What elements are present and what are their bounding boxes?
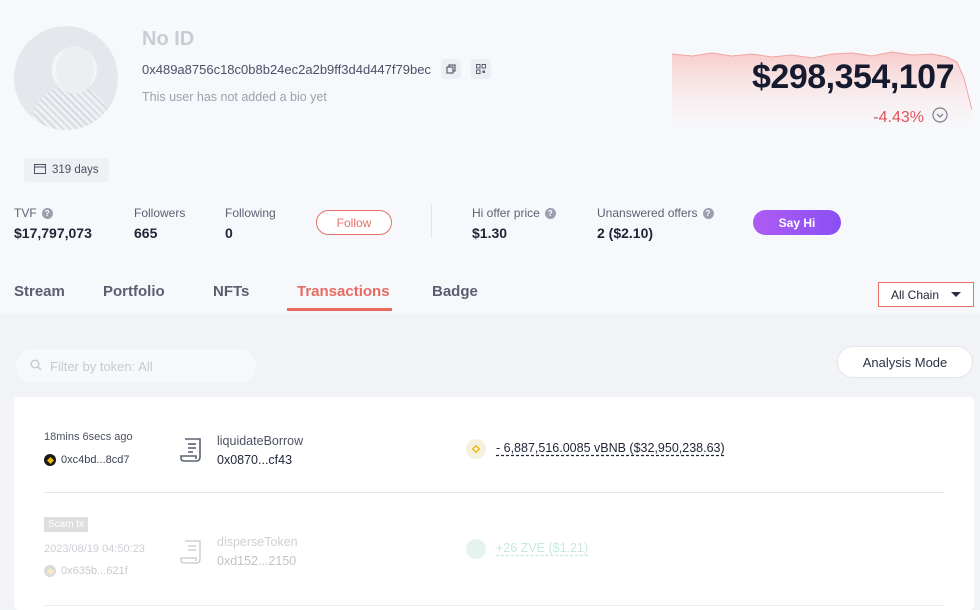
tab-portfolio[interactable]: Portfolio: [103, 283, 165, 300]
days-badge: 319 days: [24, 158, 109, 182]
copy-icon[interactable]: [440, 59, 461, 79]
tx-method: disperseToken: [217, 535, 298, 549]
search-icon: [30, 359, 42, 374]
list-item[interactable]: 18mins 6secs ago 0xc4bd...8cd7 liquidate…: [44, 397, 944, 493]
tab-transactions[interactable]: Transactions: [297, 283, 390, 300]
active-tab-indicator: [287, 308, 392, 311]
caret-down-icon: [951, 292, 961, 297]
help-icon[interactable]: ?: [41, 207, 53, 219]
stats-divider: [431, 204, 432, 238]
calendar-icon: [34, 163, 46, 177]
followers-label: Followers: [134, 206, 186, 220]
following-label: Following: [225, 206, 276, 220]
row-divider: [44, 605, 944, 606]
followers-value: 665: [134, 225, 158, 241]
help-icon[interactable]: ?: [702, 207, 714, 219]
profile-tabs: Stream Portfolio NFTs Transactions Badge: [0, 270, 980, 313]
net-worth-value: $298,354,107: [752, 58, 954, 96]
profile-header: No ID 0x489a8756c18c0b8b24ec2a2b9ff3d4d4…: [0, 0, 980, 313]
change-value: -4.43%: [873, 108, 924, 126]
tx-time: 2023/08/19 04:50:23: [44, 543, 145, 555]
avatar: [14, 26, 118, 130]
net-worth-change: -4.43%: [873, 107, 948, 128]
tab-stream[interactable]: Stream: [14, 283, 65, 300]
stat-followers[interactable]: Followers 665: [134, 206, 185, 241]
tx-from: 0x635b...621f: [44, 565, 128, 577]
follow-button[interactable]: Follow: [316, 210, 392, 235]
token-filter-placeholder: Filter by token: All: [50, 358, 153, 374]
say-hi-button[interactable]: Say Hi: [753, 210, 841, 235]
wallet-address[interactable]: 0x489a8756c18c0b8b24ec2a2b9ff3d4d447f79b…: [142, 62, 431, 77]
tx-from-address[interactable]: 0x635b...621f: [61, 565, 128, 577]
stat-hi-offer: Hi offer price? $1.30: [472, 206, 556, 241]
vbnb-token-icon: [466, 439, 486, 459]
chevron-down-circle-icon[interactable]: [932, 107, 948, 128]
token-filter-input[interactable]: Filter by token: All: [16, 349, 256, 383]
unanswered-value: 2 ($2.10): [597, 225, 654, 241]
scam-tag: Scam tx: [44, 517, 89, 532]
tx-contract[interactable]: 0xd152...2150: [217, 554, 296, 568]
tab-nfts[interactable]: NFTs: [213, 283, 249, 300]
profile-name: No ID: [142, 28, 195, 50]
bnb-chain-icon: [44, 454, 56, 466]
row-divider: [44, 492, 944, 493]
tvf-value: $17,797,073: [14, 225, 92, 241]
tx-contract[interactable]: 0x0870...cf43: [217, 453, 292, 467]
chain-select-label: All Chain: [891, 287, 940, 302]
tx-time: 18mins 6secs ago: [44, 431, 133, 443]
following-value: 0: [225, 225, 233, 241]
contract-scroll-icon: [180, 438, 201, 462]
zve-token-icon: [466, 539, 486, 559]
tx-method: liquidateBorrow: [217, 434, 304, 448]
transactions-list: 18mins 6secs ago 0xc4bd...8cd7 liquidate…: [14, 397, 974, 610]
tab-badge[interactable]: Badge: [432, 283, 478, 300]
tvf-label: TVF: [14, 206, 37, 220]
days-label: 319 days: [52, 164, 99, 176]
tx-from: 0xc4bd...8cd7: [44, 454, 130, 466]
address-row: 0x489a8756c18c0b8b24ec2a2b9ff3d4d447f79b…: [142, 59, 491, 79]
stat-following[interactable]: Following 0: [225, 206, 276, 241]
chain-select[interactable]: All Chain: [878, 282, 974, 307]
chain-icon: [44, 565, 56, 577]
contract-scroll-icon: [180, 540, 201, 564]
tx-amount[interactable]: +26 ZVE ($1.21): [496, 541, 588, 555]
tx-amount[interactable]: - 6,887,516.0085 vBNB ($32,950,238.63): [496, 441, 725, 455]
unanswered-label: Unanswered offers: [597, 206, 698, 220]
bio-text: This user has not added a bio yet: [142, 90, 327, 104]
help-icon[interactable]: ?: [544, 207, 556, 219]
hi-offer-label: Hi offer price: [472, 206, 540, 220]
tx-from-address[interactable]: 0xc4bd...8cd7: [61, 454, 130, 466]
stat-unanswered: Unanswered offers? 2 ($2.10): [597, 206, 714, 241]
qr-code-icon[interactable]: [470, 59, 491, 79]
hi-offer-value: $1.30: [472, 225, 508, 241]
analysis-mode-button[interactable]: Analysis Mode: [837, 346, 973, 378]
list-item[interactable]: Scam tx 2023/08/19 04:50:23 0x635b...621…: [44, 497, 944, 593]
stat-tvf: TVF? $17,797,073: [14, 206, 92, 241]
